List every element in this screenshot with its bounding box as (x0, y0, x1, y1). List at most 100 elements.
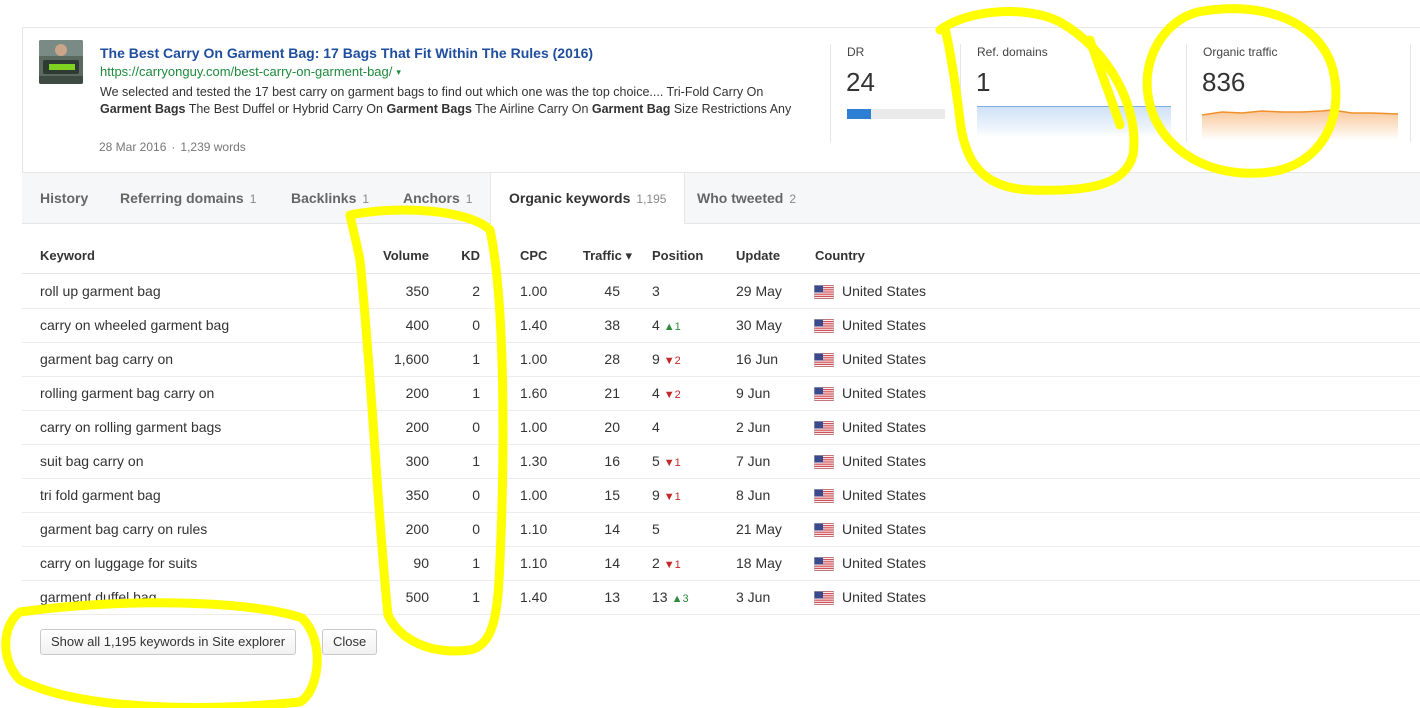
position-change-down: ▼1 (663, 491, 681, 503)
metrics-divider (960, 44, 961, 142)
position-cell: 4 ▼2 (652, 385, 681, 401)
country-cell: United States (842, 351, 927, 367)
meta-separator: · (171, 140, 176, 154)
keyword-cell[interactable]: suit bag carry on (40, 453, 144, 469)
tab-who-tweeted[interactable]: Who tweeted 2 (679, 173, 814, 223)
dr-bar (847, 109, 945, 119)
article-word-count: 1,239 words (180, 140, 246, 154)
volume-cell: 90 (413, 555, 429, 571)
position-change-up: ▲3 (671, 593, 689, 605)
column-header-position[interactable]: Position (652, 248, 703, 263)
country-cell: United States (842, 419, 927, 435)
kd-cell: 1 (472, 589, 480, 605)
position-cell: 5 ▼1 (652, 453, 681, 469)
dr-bar-fill (847, 109, 871, 119)
cpc-cell: 1.00 (520, 351, 548, 367)
volume-cell: 1,600 (393, 351, 429, 367)
tab-anchors[interactable]: Anchors 1 (385, 173, 490, 223)
organic-traffic-value[interactable]: 836 (1202, 67, 1245, 98)
column-header-kd[interactable]: KD (440, 248, 480, 263)
url-dropdown-caret-icon[interactable]: ▾ (396, 67, 401, 77)
position-cell: 9 ▼2 (652, 351, 681, 367)
snippet-text: The Airline Carry On (471, 101, 592, 116)
close-button[interactable]: Close (322, 629, 378, 655)
ref-domains-value[interactable]: 1 (976, 67, 990, 98)
update-cell: 18 May (736, 555, 782, 571)
country-cell: United States (842, 385, 927, 401)
column-header-keyword[interactable]: Keyword (40, 248, 95, 263)
cpc-cell: 1.00 (520, 419, 548, 435)
snippet-text: The Best Duffel or Hybrid Carry On (185, 101, 387, 116)
keyword-cell[interactable]: roll up garment bag (40, 283, 161, 299)
keyword-cell[interactable]: carry on wheeled garment bag (40, 317, 229, 333)
volume-cell: 300 (405, 453, 429, 469)
traffic-cell: 20 (604, 419, 620, 435)
ref-domains-chart (977, 106, 1171, 137)
table-row: roll up garment bag 350 2 1.00 45 3 29 May Unit… (22, 274, 1420, 309)
us-flag-icon (814, 353, 834, 367)
position-change-down: ▼1 (663, 559, 681, 571)
header-left-border (22, 27, 23, 172)
tab-label[interactable]: Backlinks (291, 190, 356, 206)
position-cell: 2 ▼1 (652, 555, 681, 571)
tab-history[interactable]: History (22, 173, 106, 223)
kd-cell: 2 (472, 283, 480, 299)
traffic-cell: 45 (604, 283, 620, 299)
table-row: garment duffel bag 500 1 1.40 13 13 ▲3 3 Jun Uni… (22, 580, 1420, 615)
tab-count: 1 (362, 192, 370, 206)
us-flag-icon (814, 523, 834, 537)
article-url[interactable]: https://carryonguy.com/best-carry-on-gar… (100, 64, 401, 79)
position-value: 4 (652, 419, 660, 435)
us-flag-icon (814, 319, 834, 333)
volume-cell: 350 (405, 487, 429, 503)
kd-cell: 0 (472, 521, 480, 537)
tab-label[interactable]: Who tweeted (697, 190, 783, 206)
us-flag-icon (814, 421, 834, 435)
column-header-update[interactable]: Update (736, 248, 780, 263)
cpc-cell: 1.60 (520, 385, 548, 401)
position-value: 5 (652, 521, 660, 537)
update-cell: 3 Jun (736, 589, 771, 605)
update-cell: 2 Jun (736, 419, 771, 435)
tab-organic-keywords[interactable]: Organic keywords 1,195 (490, 173, 686, 224)
kd-cell: 0 (472, 317, 480, 333)
article-thumbnail (39, 40, 83, 84)
keyword-cell[interactable]: tri fold garment bag (40, 487, 161, 503)
keyword-cell[interactable]: garment bag carry on (40, 351, 173, 367)
dr-label: DR (847, 45, 865, 59)
column-header-cpc[interactable]: CPC (520, 248, 547, 263)
article-snippet: We selected and tested the 17 best carry… (100, 84, 810, 117)
tab-referring-domains[interactable]: Referring domains 1 (102, 173, 274, 223)
keyword-cell[interactable]: rolling garment bag carry on (40, 385, 214, 401)
tab-label[interactable]: Referring domains (120, 190, 244, 206)
column-header-country[interactable]: Country (815, 248, 865, 263)
kd-cell: 0 (472, 419, 480, 435)
tab-label[interactable]: History (40, 190, 88, 206)
tab-label[interactable]: Organic keywords (509, 190, 630, 206)
keyword-cell[interactable]: garment duffel bag (40, 589, 157, 605)
column-header-traffic[interactable]: Traffic ▾ (560, 248, 632, 264)
update-cell: 7 Jun (736, 453, 771, 469)
keyword-cell[interactable]: garment bag carry on rules (40, 521, 207, 537)
ref-domains-label[interactable]: Ref. domains (977, 45, 1048, 59)
traffic-cell: 21 (604, 385, 620, 401)
keyword-cell[interactable]: carry on luggage for suits (40, 555, 197, 571)
keyword-cell[interactable]: carry on rolling garment bags (40, 419, 221, 435)
article-url-text[interactable]: https://carryonguy.com/best-carry-on-gar… (100, 64, 392, 79)
tab-label[interactable]: Anchors (403, 190, 460, 206)
position-change-down: ▼2 (663, 389, 681, 401)
article-title-link[interactable]: The Best Carry On Garment Bag: 17 Bags T… (100, 45, 593, 61)
table-row: carry on wheeled garment bag 400 0 1.40 38 4 ▲… (22, 308, 1420, 343)
position-value: 13 (652, 589, 668, 605)
snippet-highlight: Garment Bags (386, 101, 472, 116)
organic-traffic-label[interactable]: Organic traffic (1203, 45, 1277, 59)
organic-traffic-sparkline (1202, 109, 1398, 140)
traffic-cell: 15 (604, 487, 620, 503)
cpc-cell: 1.40 (520, 317, 548, 333)
traffic-cell: 28 (604, 351, 620, 367)
tab-backlinks[interactable]: Backlinks 1 (273, 173, 387, 223)
table-row: carry on luggage for suits 90 1 1.10 14 2 ▼1 18… (22, 546, 1420, 581)
table-row: rolling garment bag carry on 200 1 1.60 21 4 ▼… (22, 376, 1420, 411)
column-header-volume[interactable]: Volume (359, 248, 429, 263)
show-all-keywords-button[interactable]: Show all 1,195 keywords in Site explorer (40, 629, 297, 655)
